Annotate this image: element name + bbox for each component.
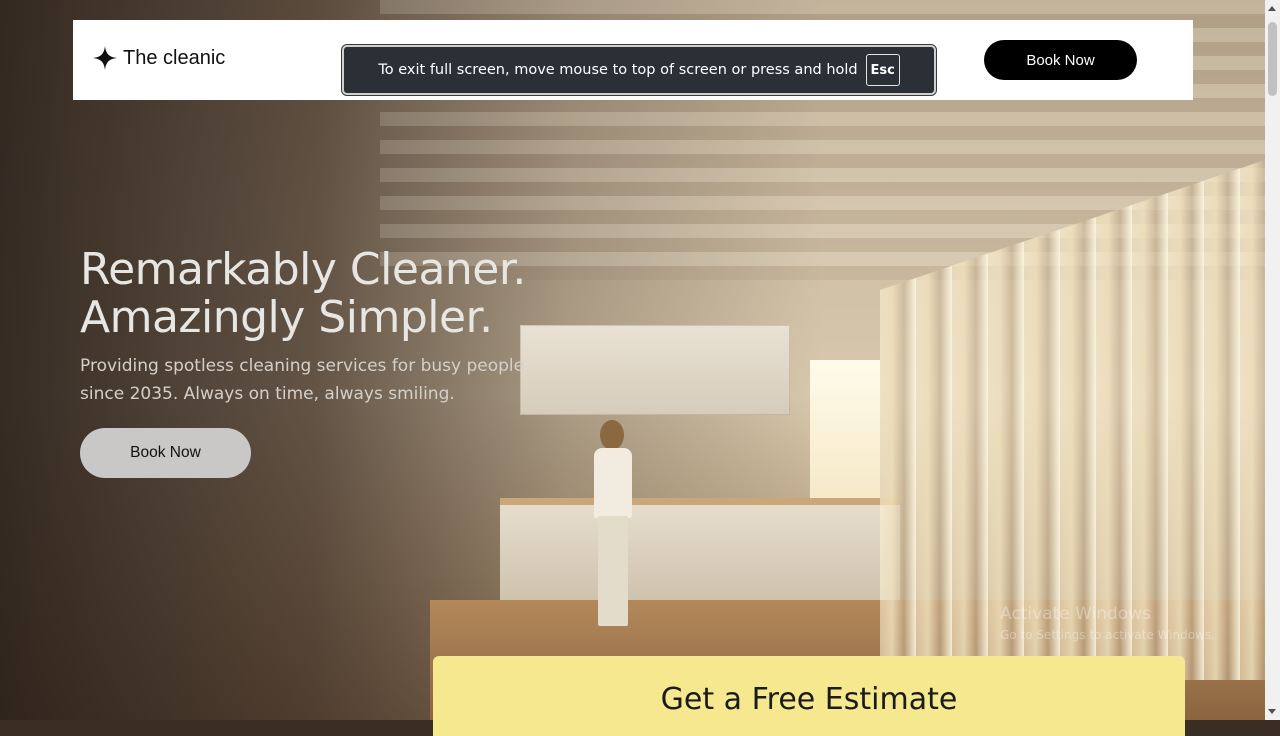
- upper-cabinets: [520, 325, 790, 415]
- hero-subtitle-line-2: since 2035. Always on time, always smili…: [80, 384, 455, 404]
- kitchen-window: [810, 360, 880, 500]
- scroll-up-arrow-icon[interactable]: [1268, 6, 1276, 11]
- hero-subtitle-line-1: Providing spotless cleaning services for…: [80, 356, 525, 376]
- logo-text: The cleanic: [123, 46, 226, 69]
- scroll-down-arrow-icon[interactable]: [1268, 709, 1276, 714]
- person-figure: [588, 420, 638, 640]
- page-scrollbar[interactable]: [1265, 0, 1280, 720]
- watermark-line-1: Activate Windows: [1000, 604, 1151, 624]
- nav-book-now-button[interactable]: Book Now: [984, 40, 1137, 80]
- estimate-title: Get a Free Estimate: [660, 682, 958, 717]
- hero-title: Remarkably Cleaner. Amazingly Simpler.: [80, 246, 526, 342]
- hero-title-line-1: Remarkably Cleaner.: [80, 244, 526, 295]
- hero-subtitle: Providing spotless cleaning services for…: [80, 352, 540, 408]
- site-logo[interactable]: The cleanic: [93, 46, 225, 70]
- fullscreen-exit-toast: To exit full screen, move mouse to top o…: [341, 44, 937, 96]
- hero-book-now-button[interactable]: Book Now: [80, 428, 251, 478]
- activate-windows-watermark: Activate Windows Go to Settings to activ…: [1000, 604, 1215, 642]
- free-estimate-card: Get a Free Estimate: [433, 656, 1185, 736]
- toast-message: To exit full screen, move mouse to top o…: [378, 62, 858, 78]
- watermark-line-2: Go to Settings to activate Windows.: [1000, 628, 1215, 642]
- lower-cabinets: [500, 505, 900, 600]
- hero-title-line-2: Amazingly Simpler.: [80, 292, 493, 343]
- esc-key-badge: Esc: [865, 54, 900, 86]
- scrollbar-thumb[interactable]: [1268, 22, 1277, 96]
- sparkle-star-icon: [93, 46, 117, 70]
